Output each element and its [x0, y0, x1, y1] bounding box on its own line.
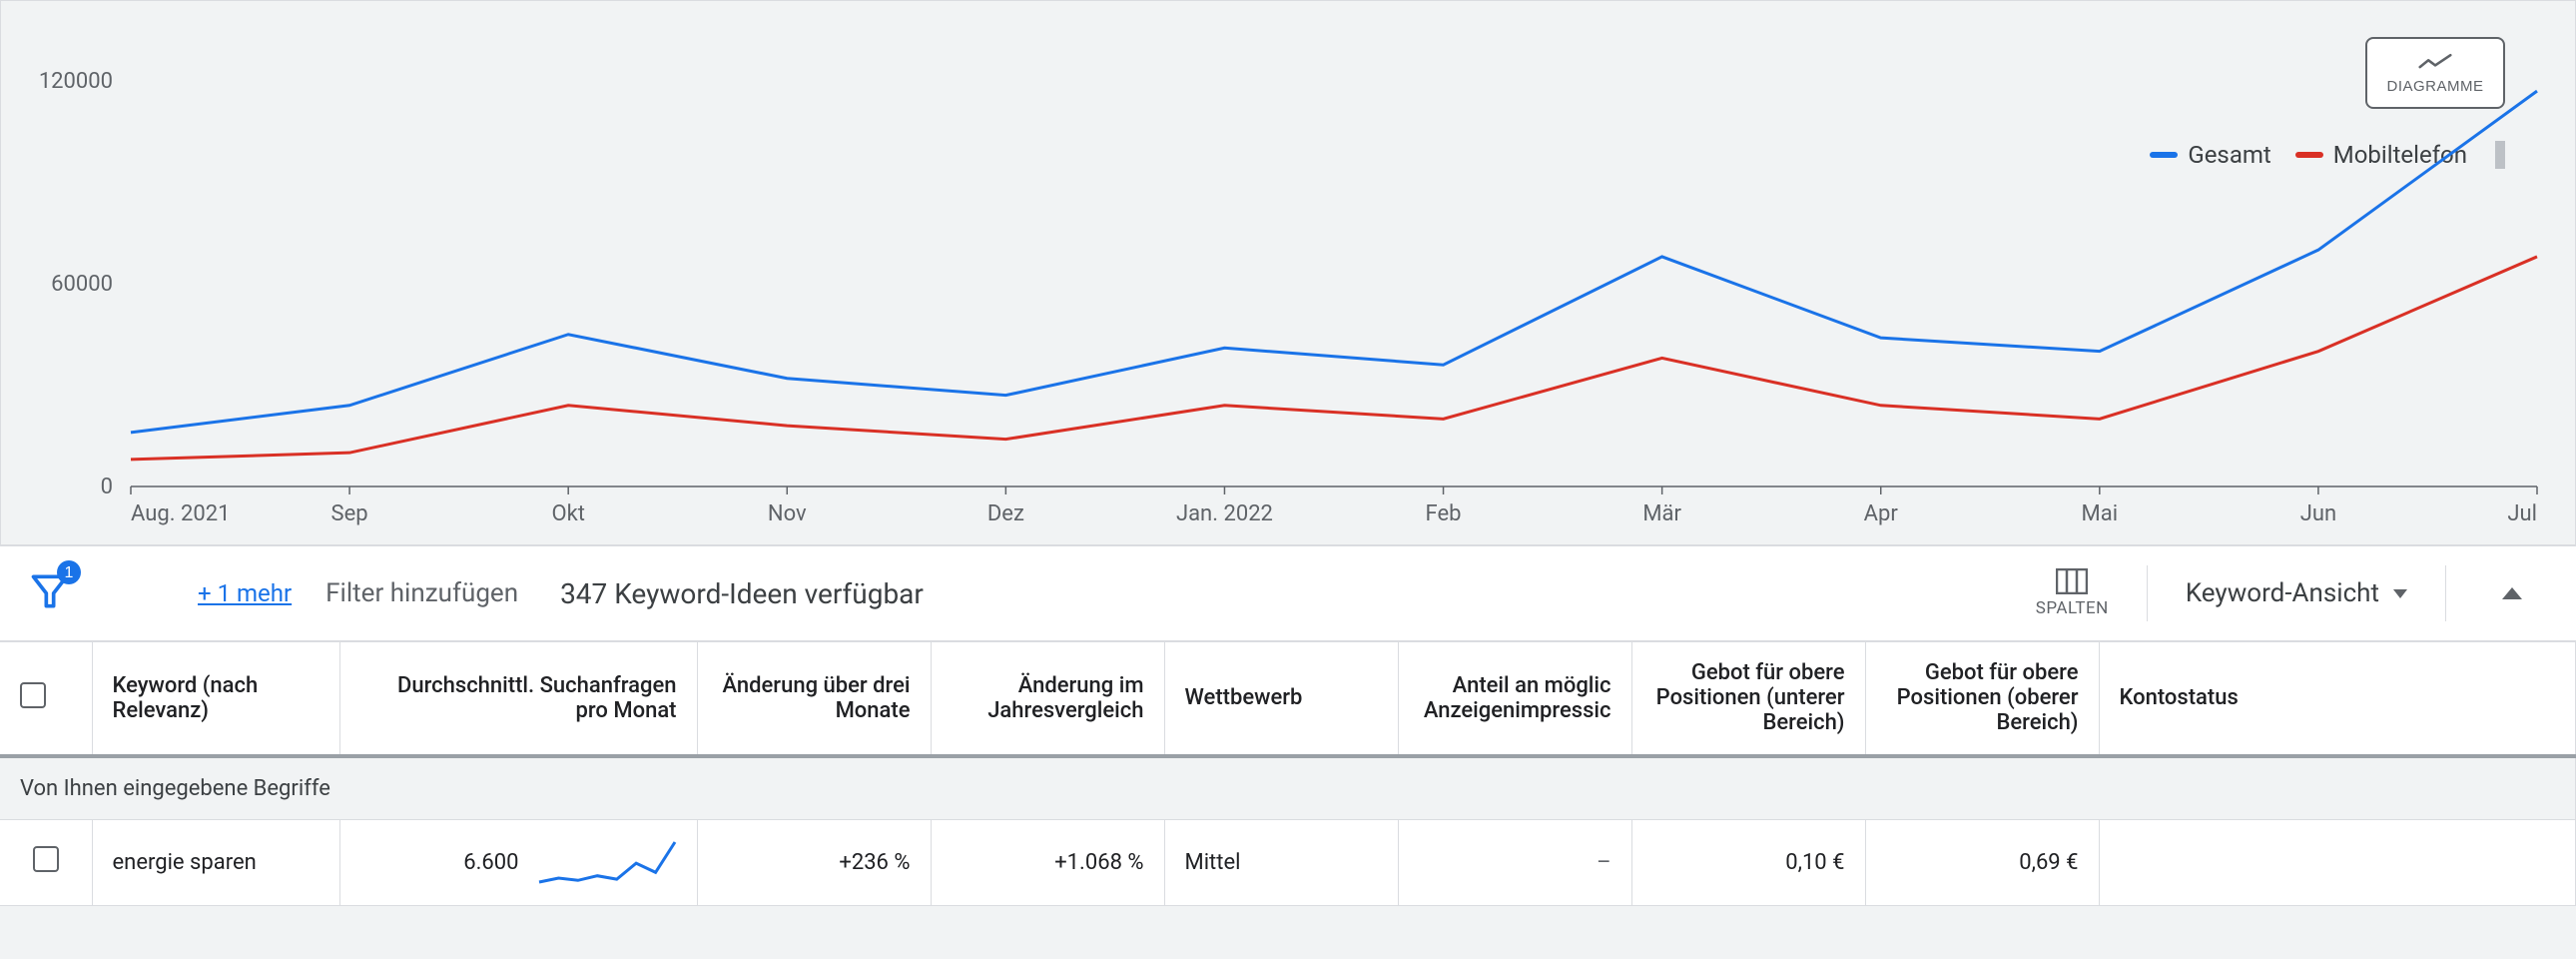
svg-text:Jul: Jul — [2507, 501, 2537, 526]
svg-text:1: 1 — [65, 564, 74, 581]
chevron-up-icon — [2502, 587, 2522, 599]
svg-text:Jun: Jun — [2300, 501, 2336, 526]
svg-text:Aug. 2021: Aug. 2021 — [131, 501, 230, 526]
cell-chgYoY: +1.068 % — [931, 819, 1164, 905]
add-filter-button[interactable]: Filter hinzufügen — [325, 578, 518, 608]
header-checkbox[interactable] — [0, 642, 92, 756]
filter-icon[interactable]: 1 — [28, 569, 88, 617]
cell-avg-searches: 6.600 — [339, 819, 697, 905]
svg-text:Sep: Sep — [331, 501, 368, 526]
columns-button-label: SPALTEN — [2036, 598, 2109, 618]
col-competition[interactable]: Wettbewerb — [1164, 642, 1398, 756]
svg-text:Mai: Mai — [2082, 501, 2119, 526]
keyword-view-label: Keyword-Ansicht — [2186, 578, 2379, 608]
svg-text:Mär: Mär — [1642, 501, 1681, 526]
table-header-row: Keyword (nach Relevanz) Durchschnittl. S… — [0, 642, 2576, 756]
sparkline — [537, 840, 677, 884]
filter-bar: 1 + 1 mehr Filter hinzufügen 347 Keyword… — [0, 545, 2576, 641]
keyword-table: Keyword (nach Relevanz) Durchschnittl. S… — [0, 641, 2576, 906]
caret-down-icon — [2393, 589, 2407, 598]
collapse-button[interactable] — [2476, 587, 2548, 599]
col-bid-high[interactable]: Gebot für obere Positionen (oberer Berei… — [1865, 642, 2099, 756]
svg-text:Nov: Nov — [768, 501, 807, 526]
avg-value: 6.600 — [463, 850, 518, 875]
table-row: energie sparen 6.600 +236 % +1.068 % Mit… — [0, 819, 2576, 905]
svg-text:60000: 60000 — [51, 272, 113, 297]
svg-text:Feb: Feb — [1426, 501, 1462, 526]
svg-text:120000: 120000 — [39, 69, 113, 94]
chart-panel: DIAGRAMME Gesamt Mobiltelefon 0600001200… — [0, 0, 2576, 545]
cell-chg3m: +236 % — [697, 819, 931, 905]
keyword-view-dropdown[interactable]: Keyword-Ansicht — [2147, 565, 2446, 621]
plus-one-link[interactable]: + 1 mehr — [198, 579, 292, 607]
row-checkbox[interactable] — [0, 819, 92, 905]
col-change-3m[interactable]: Änderung über drei Monate — [697, 642, 931, 756]
col-impr-share[interactable]: Anteil an möglic Anzeigenimpressic — [1398, 642, 1631, 756]
columns-button[interactable]: SPALTEN — [1998, 568, 2147, 618]
section-row: Von Ihnen eingegebene Begriffe — [0, 756, 2576, 820]
svg-text:Okt: Okt — [551, 501, 584, 526]
cell-competition: Mittel — [1164, 819, 1398, 905]
svg-text:Jan. 2022: Jan. 2022 — [1176, 501, 1273, 526]
svg-text:Apr: Apr — [1864, 501, 1899, 526]
columns-icon — [2056, 568, 2088, 594]
cell-keyword[interactable]: energie sparen — [92, 819, 339, 905]
section-label: Von Ihnen eingegebene Begriffe — [0, 756, 2576, 820]
col-keyword[interactable]: Keyword (nach Relevanz) — [92, 642, 339, 756]
line-chart: 0 60000 120000 Aug. 2021 Sep Okt Nov Dez Jan. 20… — [1, 1, 2576, 546]
col-change-yoy[interactable]: Änderung im Jahresvergleich — [931, 642, 1164, 756]
col-avg-searches[interactable]: Durchschnittl. Suchanfragen pro Monat — [339, 642, 697, 756]
cell-impr-share: – — [1398, 819, 1631, 905]
available-ideas-label: 347 Keyword-Ideen verfügbar — [560, 577, 924, 610]
cell-bid-high: 0,69 € — [1865, 819, 2099, 905]
svg-text:Dez: Dez — [987, 501, 1024, 526]
col-bid-low[interactable]: Gebot für obere Positionen (unterer Bere… — [1631, 642, 1865, 756]
cell-status — [2099, 819, 2576, 905]
svg-text:0: 0 — [101, 475, 113, 499]
cell-bid-low: 0,10 € — [1631, 819, 1865, 905]
col-status[interactable]: Kontostatus — [2099, 642, 2576, 756]
